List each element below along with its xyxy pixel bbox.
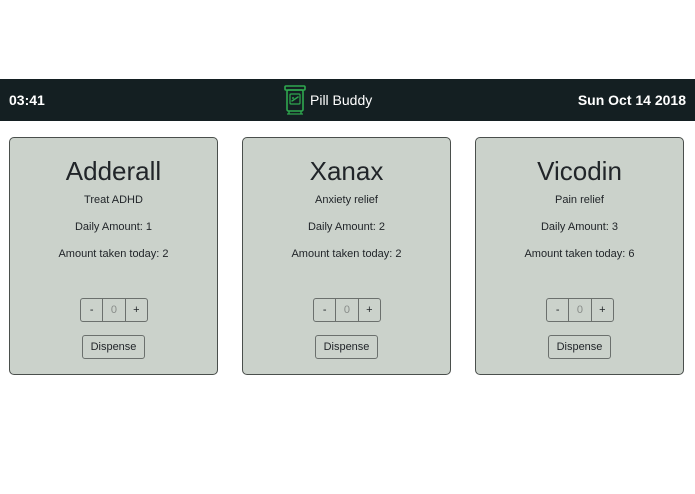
brand-name: Pill Buddy xyxy=(310,92,373,108)
quantity-stepper: - 0 + xyxy=(313,298,381,322)
pill-bottle-icon xyxy=(284,85,306,115)
medication-name: Vicodin xyxy=(537,156,622,186)
increment-button[interactable]: + xyxy=(592,299,613,321)
decrement-button[interactable]: - xyxy=(314,299,335,321)
quantity-value[interactable]: 0 xyxy=(102,299,126,321)
dispense-button[interactable]: Dispense xyxy=(82,335,145,359)
amount-taken-today: Amount taken today: 2 xyxy=(291,248,402,260)
current-date: Sun Oct 14 2018 xyxy=(577,92,686,108)
clock-time: 03:41 xyxy=(9,92,45,108)
dispense-button[interactable]: Dispense xyxy=(548,335,611,359)
medication-card-vicodin: Vicodin Pain relief Daily Amount: 3 Amou… xyxy=(475,137,684,375)
increment-button[interactable]: + xyxy=(126,299,147,321)
brand[interactable]: Pill Buddy xyxy=(284,84,372,116)
quantity-stepper: - 0 + xyxy=(80,298,148,322)
daily-amount: Daily Amount: 2 xyxy=(307,221,386,233)
dispense-button[interactable]: Dispense xyxy=(315,335,378,359)
daily-amount: Daily Amount: 1 xyxy=(74,221,153,233)
medication-name: Xanax xyxy=(309,156,384,186)
amount-taken-today: Amount taken today: 6 xyxy=(524,248,635,260)
quantity-value[interactable]: 0 xyxy=(568,299,592,321)
amount-taken-today: Amount taken today: 2 xyxy=(58,248,169,260)
medication-card-adderall: Adderall Treat ADHD Daily Amount: 1 Amou… xyxy=(9,137,218,375)
increment-button[interactable]: + xyxy=(359,299,380,321)
medication-name: Adderall xyxy=(65,156,162,186)
top-bar: 03:41 Pill Buddy Sun Oct 14 2018 xyxy=(0,79,695,121)
quantity-stepper: - 0 + xyxy=(546,298,614,322)
quantity-value[interactable]: 0 xyxy=(335,299,359,321)
medication-purpose: Treat ADHD xyxy=(84,194,143,206)
decrement-button[interactable]: - xyxy=(81,299,102,321)
medication-purpose: Anxiety relief xyxy=(315,194,378,206)
daily-amount: Daily Amount: 3 xyxy=(540,221,619,233)
medication-purpose: Pain relief xyxy=(555,194,604,206)
decrement-button[interactable]: - xyxy=(547,299,568,321)
medication-card-xanax: Xanax Anxiety relief Daily Amount: 2 Amo… xyxy=(242,137,451,375)
